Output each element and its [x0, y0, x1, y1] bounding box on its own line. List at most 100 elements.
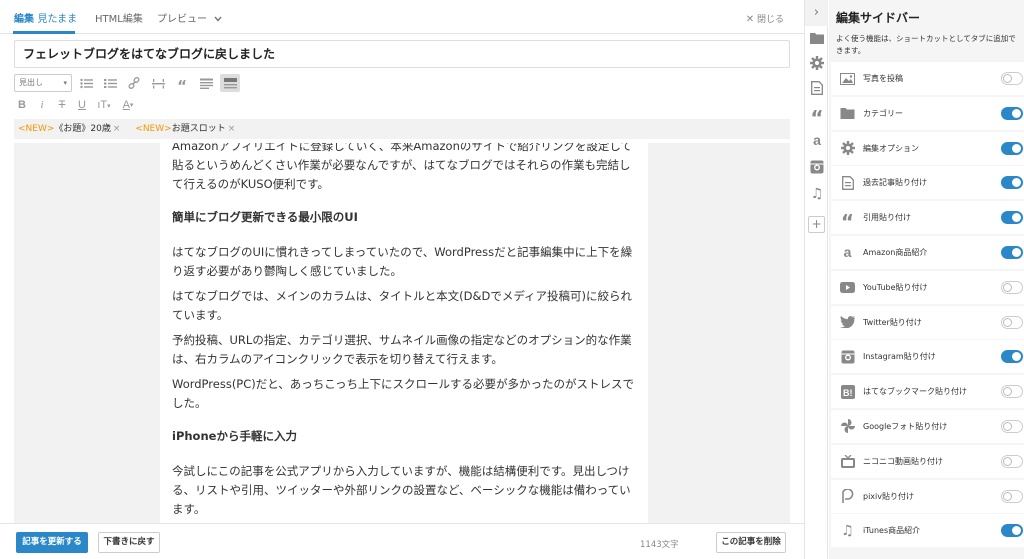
rail-amazon-button[interactable]: a — [809, 132, 825, 148]
close-button[interactable]: ✕ 閉じる — [746, 12, 784, 25]
sidebar-item-quote[interactable]: “ 引用貼り付け — [831, 201, 1024, 235]
rail-past-posts-button[interactable] — [809, 80, 825, 96]
body-content: Amazonアフィリエイトに登録していく、本来Amazonのサイトで紹介リンクを… — [172, 143, 636, 523]
tag-remove-button[interactable]: × — [228, 124, 236, 134]
sidebar-item-youtube[interactable]: YouTube貼り付け — [831, 270, 1024, 304]
sidebar-item-toggle[interactable] — [1001, 72, 1023, 85]
strikethrough-button[interactable]: T — [54, 96, 70, 114]
sidebar-item-amazon[interactable]: a Amazon商品紹介 — [831, 235, 1024, 269]
sidebar-item-toggle[interactable] — [1001, 106, 1023, 120]
editor-pane: 編集 見たまま HTML編集 プレビュー ✕ 閉じる フェレットブログをはてなブ… — [0, 0, 804, 559]
numbered-list-icon — [103, 78, 117, 88]
title-input[interactable]: フェレットブログをはてなブログに戻しました — [14, 40, 790, 68]
body-paragraph: はてなブログでは、メインのカラムは、タイトルと本文(D&Dでメディア投稿可)に絞… — [172, 289, 632, 322]
sidebar-item-toggle[interactable] — [1001, 454, 1023, 468]
sidebar-item-toggle[interactable] — [1001, 385, 1023, 399]
rail-category-button[interactable] — [809, 30, 825, 46]
rail-instagram-button[interactable] — [809, 159, 825, 175]
gear-icon — [839, 140, 856, 157]
toggle-knob — [1003, 282, 1012, 292]
sidebar-item-toggle[interactable] — [1001, 524, 1023, 538]
sidebar-item-photo[interactable]: 写真を投稿 — [831, 62, 1024, 95]
gear-icon — [810, 56, 824, 70]
sidebar-item-music-note[interactable]: ♫ iTunes商品紹介 — [831, 514, 1024, 548]
heading-select[interactable]: 見出し ▾ — [14, 74, 72, 92]
rail-itunes-button[interactable]: ♫ — [809, 186, 825, 202]
update-post-button[interactable]: 記事を更新する — [16, 532, 88, 553]
toggle-knob — [1003, 421, 1012, 431]
underline-button[interactable]: U — [74, 96, 90, 114]
body-editor[interactable]: Amazonアフィリエイトに登録していく、本来Amazonのサイトで紹介リンクを… — [160, 143, 648, 523]
blog-editor: 編集 見たまま HTML編集 プレビュー ✕ 閉じる フェレットブログをはてなブ… — [0, 0, 1024, 559]
sidebar-item-instagram[interactable]: Instagram貼り付け — [831, 340, 1024, 374]
font-size-button[interactable]: ıT▾ — [94, 96, 114, 114]
numbered-list-button[interactable] — [100, 74, 120, 92]
toolbar-toggle-icon — [223, 77, 237, 88]
sidebar-item-folder[interactable]: カテゴリー — [831, 96, 1024, 130]
italic-icon: i — [40, 99, 44, 111]
bold-icon: B — [18, 99, 26, 111]
tab-preview[interactable]: プレビュー — [157, 10, 222, 25]
tab-wysiwyg-sub: 見たまま — [37, 14, 78, 25]
link-icon — [128, 77, 140, 89]
youtube-icon — [839, 279, 856, 296]
sidebar-description: よく使う機能は、ショートカットとしてタブに追加できます。 — [836, 34, 1016, 55]
paragraph-button[interactable] — [196, 74, 216, 92]
sidebar-item-toggle[interactable] — [1001, 245, 1023, 259]
sidebar-item-toggle[interactable] — [1001, 315, 1023, 329]
chevron-right-icon: › — [813, 5, 820, 20]
sidebar-item-pixiv[interactable]: pixiv貼り付け — [831, 479, 1024, 513]
add-shortcut-button[interactable]: + — [808, 216, 825, 233]
bullet-list-button[interactable] — [76, 74, 96, 92]
sidebar-item-label: Amazon商品紹介 — [863, 247, 928, 257]
sidebar-item-toggle[interactable] — [1001, 176, 1023, 190]
sidebar-item-toggle[interactable] — [1001, 211, 1023, 225]
tab-html[interactable]: HTML編集 — [95, 10, 143, 25]
sidebar-item-google-photos[interactable]: Googleフォト貼り付け — [831, 409, 1024, 443]
sidebar-item-hatena-bookmark[interactable]: B! はてなブックマーク貼り付け — [831, 375, 1024, 409]
niconico-icon — [839, 453, 856, 470]
sidebar-item-toggle[interactable] — [1001, 280, 1023, 294]
body-paragraph: はてなブログのUIに慣れきってしまっていたので、WordPressだと記事編集中… — [172, 245, 633, 278]
sidebar-item-toggle[interactable] — [1001, 489, 1023, 503]
sidebar-item-label: YouTube貼り付け — [863, 282, 928, 292]
music-note-icon: ♫ — [841, 522, 854, 539]
content-area: Amazonアフィリエイトに登録していく、本来Amazonのサイトで紹介リンクを… — [14, 143, 790, 523]
bullet-list-icon — [79, 78, 93, 88]
tab-wysiwyg[interactable]: 編集 見たまま — [14, 10, 77, 25]
toggle-knob — [1012, 352, 1021, 362]
delete-post-button[interactable]: この記事を削除 — [716, 532, 786, 553]
close-icon: ✕ — [745, 14, 755, 25]
sidebar-item-niconico[interactable]: ニコニコ動画貼り付け — [831, 444, 1024, 478]
sidebar-item-document[interactable]: 過去記事貼り付け — [831, 166, 1024, 200]
tag-item: <NEW>《お題》20歳 × — [18, 119, 120, 139]
bold-button[interactable]: B — [14, 96, 30, 114]
sidebar-item-label: 編集オプション — [863, 143, 919, 153]
link-button[interactable] — [124, 74, 144, 92]
rail-quote-button[interactable]: “ — [809, 106, 825, 128]
document-icon — [839, 174, 856, 191]
sidebar-item-toggle[interactable] — [1001, 141, 1023, 155]
collapse-sidebar-button[interactable]: › — [805, 0, 828, 26]
tab-preview-label: プレビュー — [157, 14, 207, 25]
format-toolbar: 見出し ▾ “ — [14, 74, 240, 93]
sidebar-item-toggle[interactable] — [1001, 419, 1023, 433]
twitter-icon — [839, 314, 856, 331]
sidebar-item-gear[interactable]: 編集オプション — [831, 131, 1024, 165]
sidebar-feature-list: 写真を投稿 カテゴリー編集オプション過去記事貼り付け “ 引用貼り付け a Amazon商… — [831, 62, 1024, 549]
caret-down-icon: ▾ — [63, 79, 67, 87]
sidebar-item-twitter[interactable]: Twitter貼り付け — [831, 305, 1024, 339]
rail-options-button[interactable] — [809, 55, 825, 71]
sidebar-shortcut-rail: › “ a ♫ + — [804, 0, 828, 559]
quote-button[interactable]: “ — [172, 74, 192, 93]
horizontal-rule-button[interactable] — [148, 74, 168, 92]
revert-to-draft-button[interactable]: 下書きに戻す — [98, 532, 160, 553]
strikethrough-icon: T — [58, 99, 66, 111]
more-toolbar-button[interactable] — [220, 74, 240, 92]
character-count: 1143文字 — [640, 540, 679, 550]
tag-remove-button[interactable]: × — [113, 124, 121, 134]
text-color-button[interactable]: A ▾ — [118, 96, 138, 114]
sidebar-item-label: 引用貼り付け — [863, 213, 911, 223]
italic-button[interactable]: i — [34, 96, 50, 114]
sidebar-item-toggle[interactable] — [1001, 350, 1023, 364]
